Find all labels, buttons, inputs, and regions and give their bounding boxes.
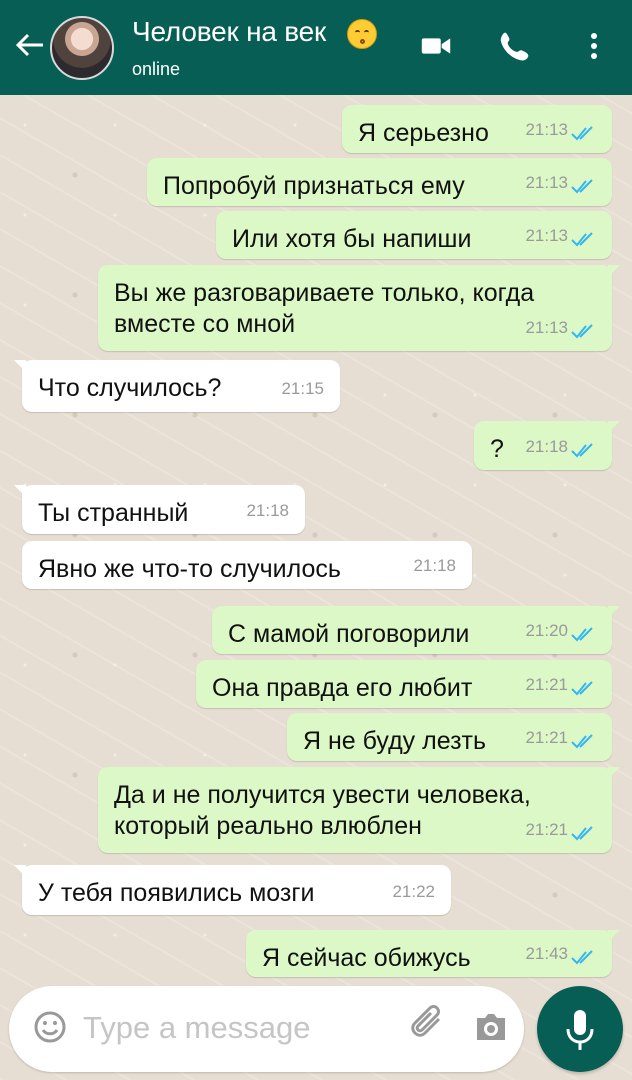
message-time: 21:21 xyxy=(525,728,568,747)
video-call-icon[interactable] xyxy=(418,27,454,65)
more-options-icon[interactable] xyxy=(580,27,608,65)
emoji-icon[interactable] xyxy=(33,1010,67,1044)
read-receipt-icon xyxy=(571,734,593,749)
contact-status: online xyxy=(132,59,181,79)
contact-name[interactable]: Человек на век xyxy=(132,16,326,48)
message-time: 21:13 xyxy=(525,318,568,337)
outgoing-message[interactable]: Я серьезно 21:13 xyxy=(342,105,612,153)
back-arrow-icon[interactable] xyxy=(12,28,46,62)
message-time: 21:22 xyxy=(392,882,435,901)
incoming-message[interactable]: Ты странный 21:18 xyxy=(14,485,305,534)
chat-header: Человек на век online xyxy=(0,0,632,95)
read-receipt-icon xyxy=(571,681,593,696)
message-text: У тебя появились мозги xyxy=(38,879,315,907)
outgoing-message[interactable]: ? 21:18 xyxy=(474,421,620,470)
message-list[interactable]: Я серьезно 21:13 Попробуй признаться ему… xyxy=(0,95,632,1080)
kissing-face-icon xyxy=(347,19,377,49)
message-time: 21:21 xyxy=(525,820,568,839)
message-input[interactable]: Type a message xyxy=(83,1010,310,1046)
message-time: 21:20 xyxy=(525,621,568,640)
message-time: 21:13 xyxy=(525,226,568,245)
message-time: 21:13 xyxy=(525,120,568,139)
read-receipt-icon xyxy=(571,826,593,841)
read-receipt-icon xyxy=(571,950,593,965)
read-receipt-icon xyxy=(571,232,593,247)
message-time: 21:15 xyxy=(281,379,324,398)
read-receipt-icon xyxy=(571,443,593,458)
message-time: 21:13 xyxy=(525,173,568,192)
read-receipt-icon xyxy=(571,324,593,339)
outgoing-message[interactable]: Попробуй признаться ему 21:13 xyxy=(147,158,612,206)
incoming-message[interactable]: У тебя появились мозги 21:22 xyxy=(14,865,451,915)
read-receipt-icon xyxy=(571,126,593,141)
outgoing-message[interactable]: Она правда его любит 21:21 xyxy=(196,660,612,708)
contact-avatar[interactable] xyxy=(50,16,114,80)
outgoing-message[interactable]: Я не буду лезть 21:21 xyxy=(287,713,612,761)
read-receipt-icon xyxy=(571,627,593,642)
incoming-message[interactable]: Что случилось? 21:15 xyxy=(14,360,340,412)
message-time: 21:21 xyxy=(525,675,568,694)
message-time: 21:43 xyxy=(525,944,568,963)
outgoing-message[interactable]: Да и не получится увести человека, котор… xyxy=(98,767,620,853)
camera-icon[interactable] xyxy=(471,1007,511,1047)
voice-call-icon[interactable] xyxy=(496,27,532,65)
message-time: 21:18 xyxy=(413,556,456,575)
incoming-message[interactable]: Явно же что-то случилось 21:18 xyxy=(22,541,472,589)
message-time: 21:18 xyxy=(246,501,289,520)
message-text: Явно же что-то случилось xyxy=(38,555,341,583)
outgoing-message[interactable]: Я сейчас обижусь 21:43 xyxy=(246,930,620,977)
message-composer[interactable]: Type a message xyxy=(9,986,524,1072)
message-time: 21:18 xyxy=(525,437,568,456)
outgoing-message[interactable]: Вы же разговариваете только, когда вмест… xyxy=(98,265,620,351)
read-receipt-icon xyxy=(571,179,593,194)
outgoing-message[interactable]: С мамой поговорили 21:20 xyxy=(212,606,620,654)
outgoing-message[interactable]: Или хотя бы напиши 21:13 xyxy=(216,211,612,259)
attachment-icon[interactable] xyxy=(407,1004,452,1049)
voice-message-button[interactable] xyxy=(537,986,623,1072)
microphone-icon xyxy=(566,1010,594,1050)
